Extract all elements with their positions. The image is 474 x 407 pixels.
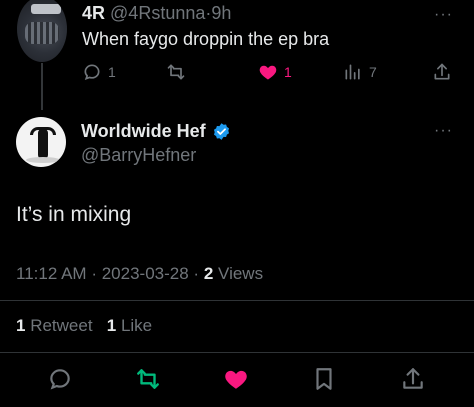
parent-time-ago[interactable]: 9h [211, 3, 231, 23]
share-button[interactable] [400, 366, 426, 392]
bookmark-icon [316, 368, 332, 390]
retweet-label: Retweet [30, 316, 93, 335]
author-avatar[interactable] [16, 117, 66, 167]
retweets-stat[interactable]: 1 Retweet [16, 316, 93, 335]
retweet-icon [137, 369, 159, 389]
author-name-row[interactable]: Worldwide Hef [81, 121, 231, 142]
like-label: Like [120, 316, 153, 335]
share-icon [403, 368, 423, 389]
parent-like-button[interactable]: 1 [258, 62, 292, 82]
tweet-time[interactable]: 11:12 AM [16, 264, 87, 283]
tweet-metadata: 11:12 AM · 2023-03-28 · 2 Views [16, 264, 263, 284]
parent-tweet-text: When faygo droppin the ep bra [82, 29, 330, 49]
heart-icon [259, 65, 277, 80]
likes-stat[interactable]: 1 Like [107, 316, 152, 335]
parent-like-count: 1 [284, 64, 292, 80]
like-button[interactable] [223, 366, 249, 392]
parent-action-bar: 1 1 7 [0, 62, 474, 86]
meta-separator: · [193, 264, 200, 283]
main-more-options-icon[interactable]: ··· [434, 122, 453, 140]
divider [0, 300, 474, 301]
share-icon [434, 63, 450, 80]
parent-views-button[interactable]: 7 [343, 62, 377, 82]
bookmark-button[interactable] [311, 366, 337, 392]
parent-reply-count: 1 [108, 64, 116, 80]
retweet-icon [167, 64, 185, 80]
views-count: 2 [203, 264, 214, 283]
reply-icon [50, 369, 70, 390]
parent-views-count: 7 [369, 64, 377, 80]
parent-more-options-icon[interactable]: ··· [434, 6, 453, 24]
like-count: 1 [106, 316, 117, 335]
views-chart-icon [345, 64, 360, 80]
retweet-button[interactable] [135, 366, 161, 392]
parent-handle[interactable]: @4Rstunna [110, 3, 205, 23]
parent-tweet-header: 4R @4Rstunna·9h [82, 3, 231, 24]
parent-share-button[interactable] [432, 62, 452, 82]
parent-avatar[interactable] [17, 0, 67, 62]
parent-reply-button[interactable]: 1 [82, 62, 116, 82]
tweet-text: It’s in mixing [16, 203, 132, 226]
divider [0, 352, 474, 353]
author-display-name[interactable]: Worldwide Hef [81, 121, 206, 142]
author-handle[interactable]: @BarryHefner [81, 145, 196, 166]
parent-retweet-button[interactable] [166, 62, 192, 82]
retweet-count: 1 [16, 316, 26, 335]
reply-button[interactable] [47, 366, 73, 392]
engagement-stats: 1 Retweet 1 Like [16, 316, 152, 336]
main-action-bar [0, 366, 474, 394]
views-label: Views [218, 264, 264, 283]
heart-icon [225, 370, 247, 389]
meta-separator: · [91, 264, 97, 283]
verified-badge-icon [213, 123, 229, 140]
tweet-date[interactable]: 2023-03-28 [102, 264, 189, 283]
reply-icon [84, 64, 100, 81]
parent-display-name[interactable]: 4R [82, 3, 105, 23]
